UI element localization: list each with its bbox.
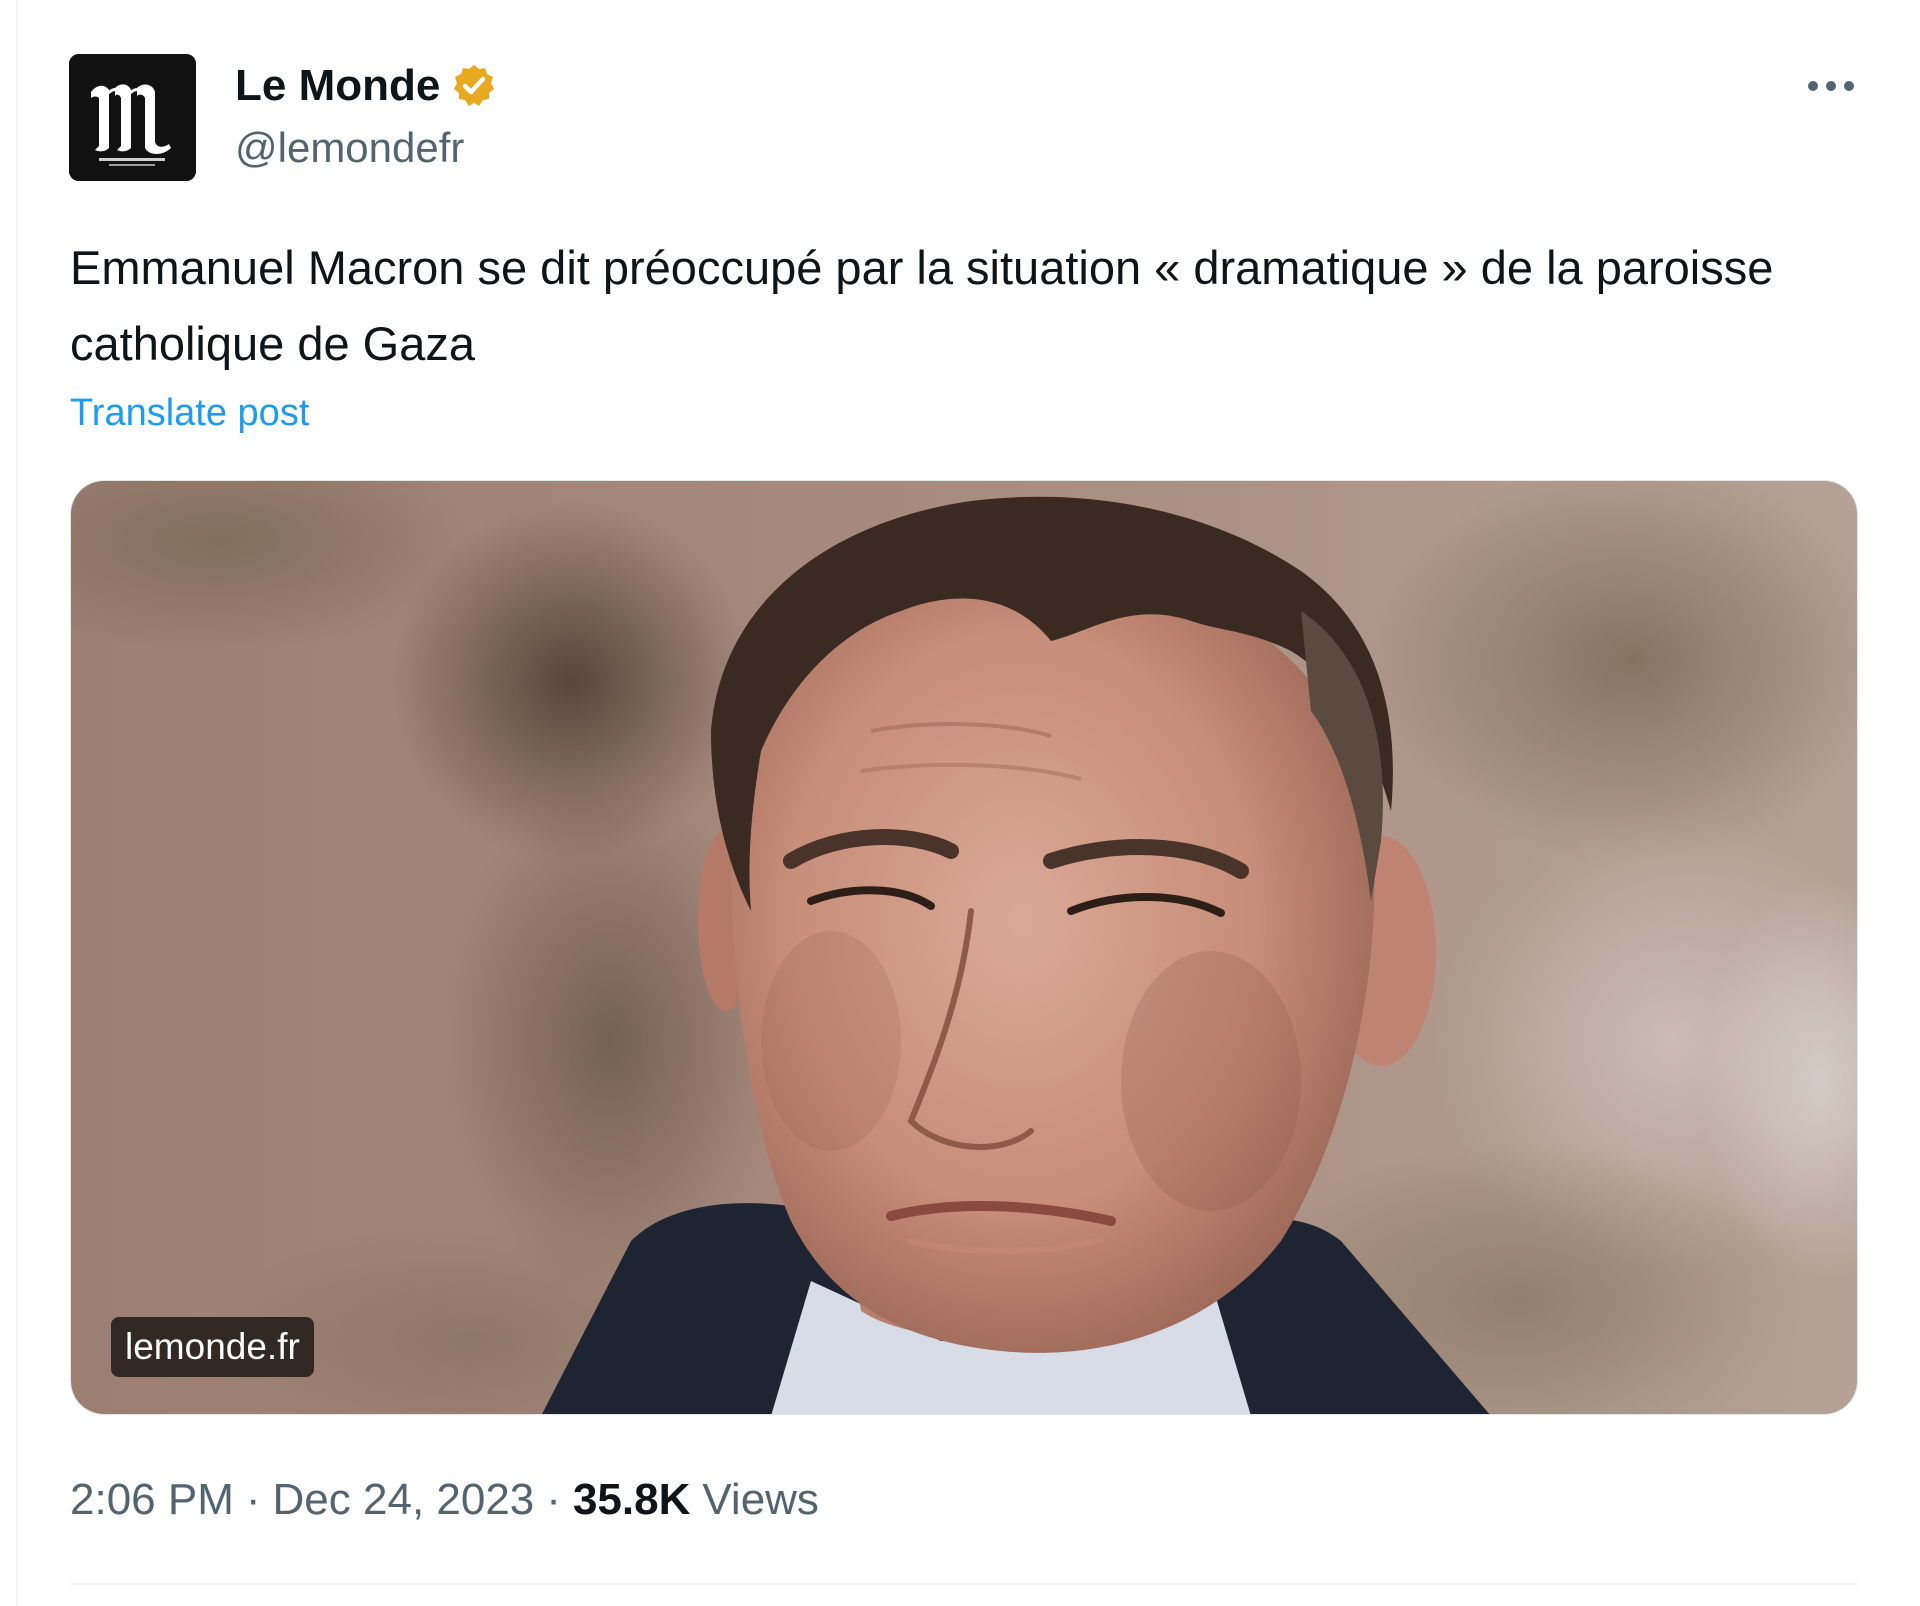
media-domain-label: lemonde.fr (111, 1317, 314, 1377)
post-date[interactable]: Dec 24, 2023 (273, 1475, 535, 1525)
verified-badge-icon[interactable] (450, 62, 498, 110)
meta-separator: · (245, 1475, 261, 1524)
account-handle[interactable]: @lemondefr (235, 120, 464, 176)
display-name[interactable]: Le Monde (235, 58, 440, 114)
media-card[interactable]: lemonde.fr (70, 480, 1858, 1415)
meta-separator: · (546, 1475, 561, 1524)
display-name-row: Le Monde (235, 58, 498, 114)
divider (70, 1583, 1858, 1585)
divider (16, 0, 18, 1606)
post-card: Le Monde @lemondefr Emmanuel Macron se d… (0, 0, 1920, 1606)
portrait-photo (71, 481, 1857, 1414)
views-label[interactable]: Views (702, 1475, 819, 1525)
more-options-button[interactable] (1800, 66, 1862, 106)
more-options-icon (1808, 81, 1854, 91)
translate-post-link[interactable]: Translate post (70, 388, 309, 438)
post-metadata: 2:06 PM · Dec 24, 2023 · 35.8K Views (70, 1470, 819, 1530)
post-text: Emmanuel Macron se dit préoccupé par la … (70, 241, 1774, 370)
post-time[interactable]: 2:06 PM (70, 1475, 234, 1525)
le-monde-logo-icon[interactable] (69, 54, 196, 181)
views-count[interactable]: 35.8K (573, 1475, 690, 1525)
